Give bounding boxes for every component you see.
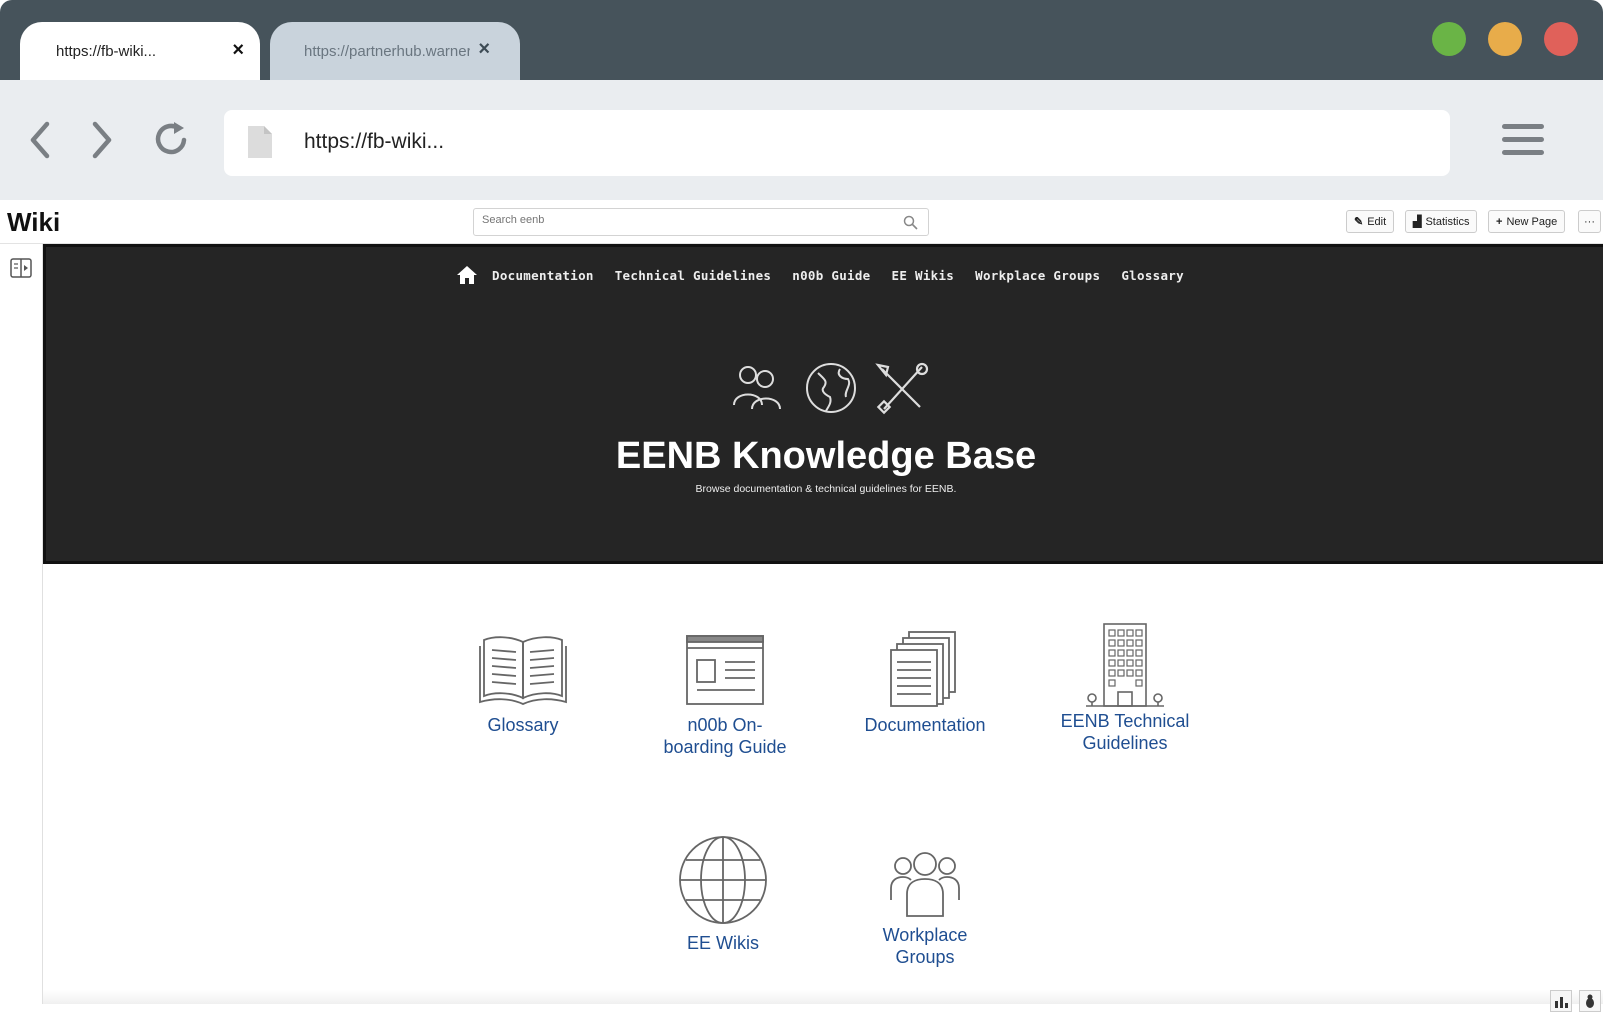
tab-title: https://fb-wiki... bbox=[56, 42, 157, 60]
tools-icon bbox=[875, 362, 929, 415]
hero-title: EENB Knowledge Base bbox=[615, 435, 1037, 477]
home-icon[interactable] bbox=[456, 265, 478, 285]
hamburger-menu-icon[interactable] bbox=[1502, 124, 1544, 162]
tab-close-icon[interactable]: × bbox=[478, 39, 490, 59]
plus-icon: + bbox=[1496, 215, 1503, 228]
tile-workplace-groups[interactable]: Workplace Groups bbox=[840, 850, 1010, 968]
tile-label: Documentation bbox=[864, 715, 986, 735]
tab-close-icon[interactable]: × bbox=[232, 40, 244, 60]
nav-technical-guidelines[interactable]: Technical Guidelines bbox=[615, 268, 772, 283]
tile-label: EENB Technical Guidelines bbox=[1060, 711, 1190, 753]
back-button[interactable] bbox=[20, 118, 60, 162]
left-rail bbox=[0, 244, 43, 1004]
maximize-button[interactable] bbox=[1432, 22, 1466, 56]
hero-icons bbox=[733, 362, 929, 415]
more-button[interactable]: ··· bbox=[1578, 210, 1601, 233]
search-icon[interactable] bbox=[903, 215, 918, 230]
tab-active[interactable]: https://fb-wiki... × bbox=[20, 22, 260, 80]
documents-icon bbox=[890, 631, 956, 707]
nav-n00b-guide[interactable]: n00b Guide bbox=[792, 268, 870, 283]
minimize-button[interactable] bbox=[1488, 22, 1522, 56]
people-icon bbox=[733, 366, 781, 410]
bar-chart-icon: ▟ bbox=[1413, 216, 1422, 228]
browser-toolbar: https://fb-wiki... bbox=[0, 80, 1603, 200]
page-footer-strip bbox=[43, 990, 1603, 1004]
globe-icon bbox=[806, 363, 856, 413]
forward-button[interactable] bbox=[82, 118, 122, 162]
bug-icon bbox=[1586, 994, 1594, 1008]
tab-inactive[interactable]: https://partnerhub.warner... × bbox=[270, 22, 520, 80]
hero-nav: Documentation Technical Guidelines n00b … bbox=[456, 265, 1205, 285]
chevron-left-icon bbox=[30, 121, 50, 159]
stats-corner-button[interactable] bbox=[1550, 990, 1572, 1012]
nav-ee-wikis[interactable]: EE Wikis bbox=[892, 268, 955, 283]
hero-banner: Documentation Technical Guidelines n00b … bbox=[43, 244, 1603, 564]
bug-corner-button[interactable] bbox=[1579, 990, 1601, 1012]
wiki-logo[interactable]: Wiki bbox=[7, 207, 60, 238]
url-text: https://fb-wiki... bbox=[304, 130, 445, 153]
tab-bar: https://fb-wiki... × https://partnerhub.… bbox=[0, 0, 1603, 80]
close-window-button[interactable] bbox=[1544, 22, 1578, 56]
nav-documentation[interactable]: Documentation bbox=[492, 268, 594, 283]
reload-button[interactable] bbox=[152, 118, 192, 162]
statistics-button[interactable]: ▟ Statistics bbox=[1405, 210, 1478, 233]
reload-icon bbox=[155, 122, 187, 155]
edit-button[interactable]: ✎ Edit bbox=[1346, 210, 1395, 233]
tab-title: https://partnerhub.warner... bbox=[304, 42, 470, 60]
edit-label: Edit bbox=[1367, 215, 1387, 228]
tile-ee-wikis[interactable]: EE Wikis bbox=[638, 834, 808, 954]
nav-workplace-groups[interactable]: Workplace Groups bbox=[975, 268, 1100, 283]
tile-glossary[interactable]: Glossary bbox=[438, 632, 608, 736]
tile-label: EE Wikis bbox=[687, 933, 759, 953]
tile-eenb-technical-guidelines[interactable]: EENB Technical Guidelines bbox=[1040, 622, 1210, 754]
tile-label: Workplace Groups bbox=[882, 925, 968, 967]
group-icon bbox=[890, 852, 960, 917]
tile-n00b-onboarding[interactable]: n00b On-boarding Guide bbox=[640, 632, 810, 758]
sidebar-toggle-icon[interactable] bbox=[10, 258, 32, 278]
hero-subtitle: Browse documentation & technical guideli… bbox=[695, 483, 957, 495]
more-icon: ··· bbox=[1584, 215, 1595, 228]
nav-glossary[interactable]: Glossary bbox=[1121, 268, 1184, 283]
search-input[interactable] bbox=[482, 214, 882, 226]
new-page-button[interactable]: + New Page bbox=[1488, 210, 1566, 233]
building-icon bbox=[1086, 623, 1164, 707]
new-page-label: New Page bbox=[1506, 215, 1558, 228]
chevron-right-icon bbox=[92, 121, 112, 159]
tile-documentation[interactable]: Documentation bbox=[840, 628, 1010, 736]
newspaper-icon bbox=[686, 635, 764, 705]
tile-label: Glossary bbox=[487, 715, 559, 735]
search-box[interactable] bbox=[473, 208, 929, 236]
pencil-icon: ✎ bbox=[1354, 216, 1364, 228]
page-icon bbox=[248, 126, 272, 158]
tile-label: n00b On-boarding Guide bbox=[663, 715, 787, 757]
statistics-label: Statistics bbox=[1425, 215, 1470, 228]
book-icon bbox=[479, 636, 567, 705]
wiki-header: Wiki ✎ Edit ▟ Statistics + New Page ··· bbox=[0, 200, 1603, 244]
bar-chart-icon bbox=[1555, 997, 1568, 1008]
browser-window: https://fb-wiki... × https://partnerhub.… bbox=[0, 0, 1603, 1022]
globe-icon bbox=[679, 836, 767, 924]
address-bar[interactable]: https://fb-wiki... bbox=[224, 110, 1450, 176]
